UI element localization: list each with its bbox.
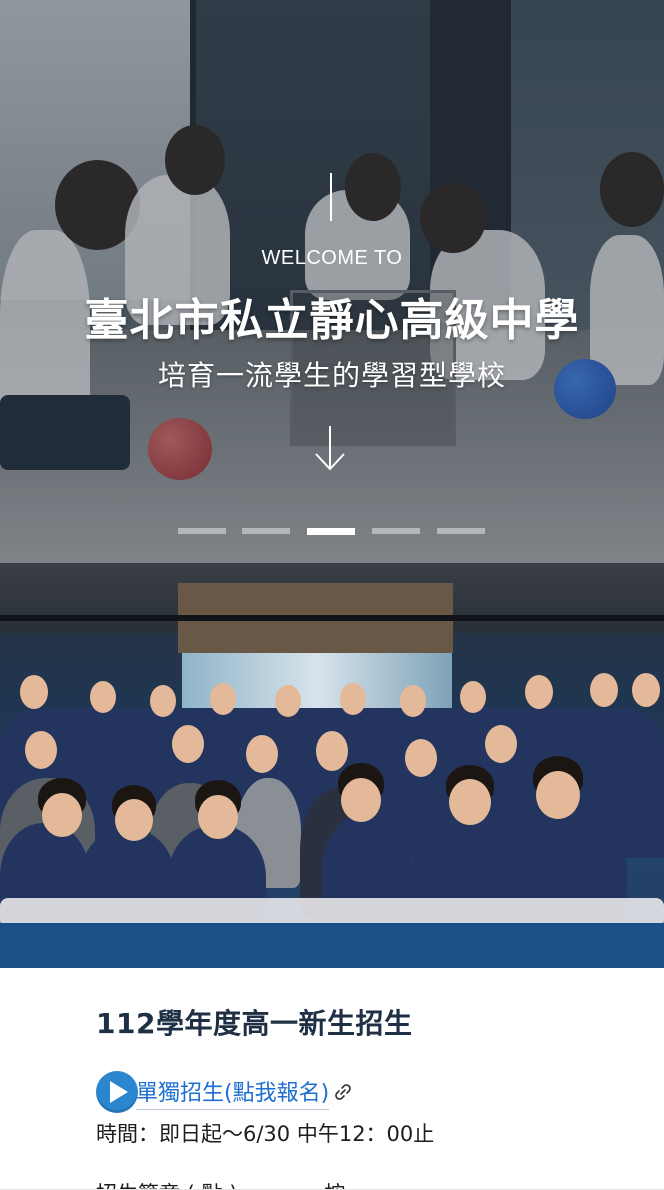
hero-welcome: WELCOME TO: [261, 247, 403, 269]
admissions-section: 112學年度高一新生招生 單獨招生(點我報名) 時間：即日起～6/30 中午12…: [0, 968, 664, 1190]
school-name: 臺北市私立靜心高級中學: [84, 295, 580, 346]
registration-link[interactable]: 單獨招生(點我報名): [136, 1075, 330, 1110]
link-icon: [335, 1084, 351, 1100]
photo-face: [210, 683, 236, 715]
photo-face: [115, 799, 153, 841]
hero-divider-line: [330, 173, 332, 221]
photo-floor: [0, 923, 664, 968]
photo-face: [42, 793, 82, 837]
group-photo: [0, 563, 664, 968]
photo-face: [632, 673, 660, 707]
carousel-dot[interactable]: [242, 528, 290, 534]
photo-face: [590, 673, 618, 707]
photo-face: [172, 725, 204, 763]
photo-face: [316, 731, 348, 771]
section-title: 112學年度高一新生招生: [96, 1007, 413, 1040]
photo-face: [246, 735, 278, 773]
arrow-down-icon[interactable]: [314, 424, 346, 472]
photo-face: [150, 685, 176, 717]
photo-face: [90, 681, 116, 713]
photo-light-track: [0, 615, 664, 621]
photo-face: [405, 739, 437, 777]
carousel-dot[interactable]: [437, 528, 485, 534]
hero-overlay: [0, 0, 664, 563]
registration-time: 時間：即日起～6/30 中午12：00止: [96, 1122, 435, 1146]
photo-face: [449, 779, 491, 825]
photo-face: [340, 683, 366, 715]
registration-link-row: 單獨招生(點我報名): [96, 1070, 353, 1114]
carousel-dot-active[interactable]: [307, 528, 355, 535]
photo-face: [20, 675, 48, 709]
photo-face: [25, 731, 57, 769]
photo-face: [341, 778, 381, 822]
photo-face: [485, 725, 517, 763]
photo-face: [275, 685, 301, 717]
photo-face: [525, 675, 553, 709]
photo-face: [460, 681, 486, 713]
photo-face: [198, 795, 238, 839]
carousel-dot[interactable]: [178, 528, 226, 534]
photo-face: [536, 771, 580, 819]
carousel-dot[interactable]: [372, 528, 420, 534]
photo-face: [400, 685, 426, 717]
hero-banner: WELCOME TO 臺北市私立靜心高級中學 培育一流學生的學習型學校: [0, 0, 664, 563]
school-slogan: 培育一流學生的學習型學校: [157, 359, 506, 392]
play-icon[interactable]: [96, 1071, 138, 1113]
carousel-indicators: [0, 528, 664, 536]
